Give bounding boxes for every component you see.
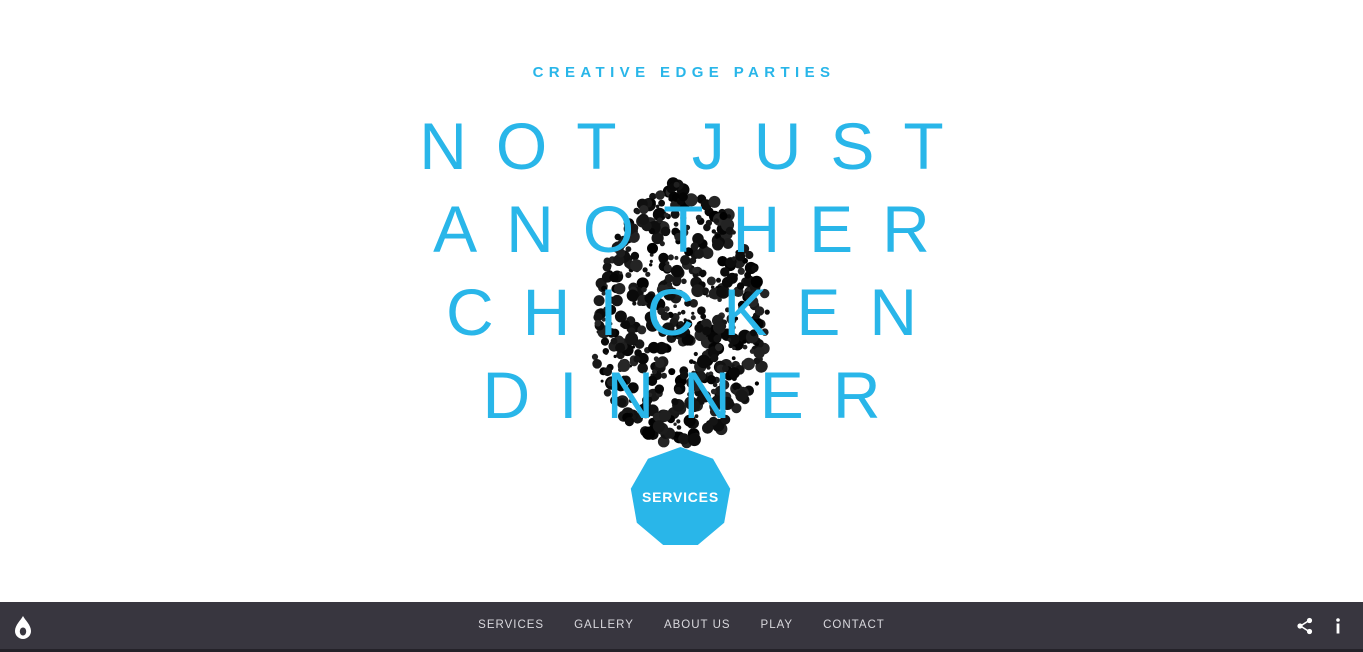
nav-item-services[interactable]: SERVICES <box>478 602 544 649</box>
nav-item-play[interactable]: PLAY <box>761 602 794 649</box>
headline-line-4: DINNER <box>482 358 910 432</box>
headline: NOT JUST ANOTHER CHICKEN DINNER <box>0 108 1363 440</box>
share-icon[interactable] <box>1296 617 1314 635</box>
bottom-navbar: SERVICES GALLERY ABOUT US PLAY CONTACT <box>0 602 1363 652</box>
tagline: CREATIVE EDGE PARTIES <box>532 64 836 81</box>
headline-line-1: NOT JUST <box>419 109 973 183</box>
nav-item-contact[interactable]: CONTACT <box>823 602 885 649</box>
headline-line-2: ANOTHER <box>433 192 959 266</box>
hero-section: CREATIVE EDGE PARTIES NOT JUST ANOTHER C… <box>0 0 1363 602</box>
main-nav: SERVICES GALLERY ABOUT US PLAY CONTACT <box>0 602 1363 649</box>
services-cta-label: SERVICES <box>642 489 719 505</box>
nav-item-about-us[interactable]: ABOUT US <box>664 602 731 649</box>
nav-item-gallery[interactable]: GALLERY <box>574 602 634 649</box>
info-icon[interactable] <box>1331 617 1345 635</box>
headline-line-3: CHICKEN <box>445 275 947 349</box>
services-cta-button[interactable]: SERVICES <box>630 447 731 548</box>
